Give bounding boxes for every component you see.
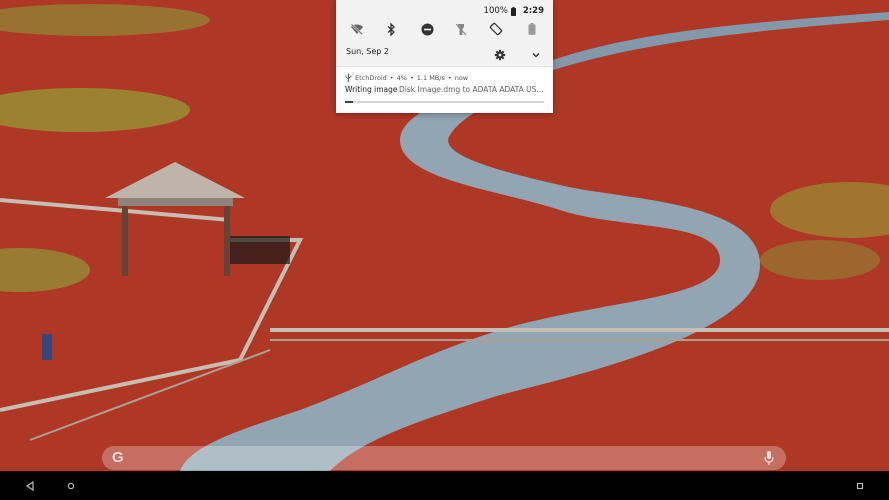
- clock: 2:29: [522, 6, 544, 16]
- bluetooth-icon[interactable]: [382, 20, 400, 38]
- expand-chevron-down-icon[interactable]: [530, 46, 542, 58]
- notification-text: Disk Image.dmg to ADATA ADATA USB Flash …: [399, 85, 545, 94]
- separator: •: [389, 73, 394, 82]
- navigation-bar: [0, 471, 889, 500]
- flashlight-icon[interactable]: [452, 20, 470, 38]
- notification-speed: 1.1 MB/s: [416, 73, 445, 82]
- notification-percent: 4%: [396, 73, 407, 82]
- home-search-bar[interactable]: G: [102, 446, 786, 470]
- date-row: Sun, Sep 2: [336, 43, 553, 61]
- settings-gear-icon[interactable]: [494, 46, 506, 61]
- write-progress-fill: [345, 101, 353, 103]
- notification-header: EtchDroid • 4% • 1.1 MB/s • now: [345, 73, 468, 82]
- notification-title: Writing image: [345, 85, 398, 94]
- status-bar: 100% 2:29: [484, 5, 544, 17]
- usb-icon: [345, 73, 352, 82]
- recents-square-icon: [856, 482, 864, 490]
- date-label: Sun, Sep 2: [346, 47, 390, 56]
- do-not-disturb-icon[interactable]: [418, 20, 436, 38]
- microphone-icon[interactable]: [764, 450, 774, 466]
- quick-settings-row: [336, 20, 553, 38]
- separator: •: [447, 73, 452, 82]
- back-button[interactable]: [24, 480, 36, 492]
- write-progress-bar: [345, 101, 544, 103]
- battery-saver-icon[interactable]: [523, 20, 541, 38]
- wifi-off-icon[interactable]: [348, 20, 366, 38]
- recents-button[interactable]: [854, 480, 866, 492]
- back-triangle-icon: [25, 480, 34, 492]
- battery-percent: 100%: [483, 6, 508, 16]
- auto-rotate-icon[interactable]: [487, 20, 505, 38]
- battery-icon: [510, 6, 516, 16]
- notification-shade: 100% 2:29 Sun, Sep 2 EtchDroid • 4% • 1.…: [336, 0, 553, 113]
- notification-time: now: [454, 73, 469, 82]
- home-button[interactable]: [65, 480, 77, 492]
- notification-app-name: EtchDroid: [355, 73, 387, 82]
- google-logo-icon: G: [112, 449, 124, 466]
- home-circle-icon: [67, 482, 75, 490]
- separator: •: [409, 73, 414, 82]
- etchdroid-notification[interactable]: EtchDroid • 4% • 1.1 MB/s • now Writing …: [336, 66, 553, 113]
